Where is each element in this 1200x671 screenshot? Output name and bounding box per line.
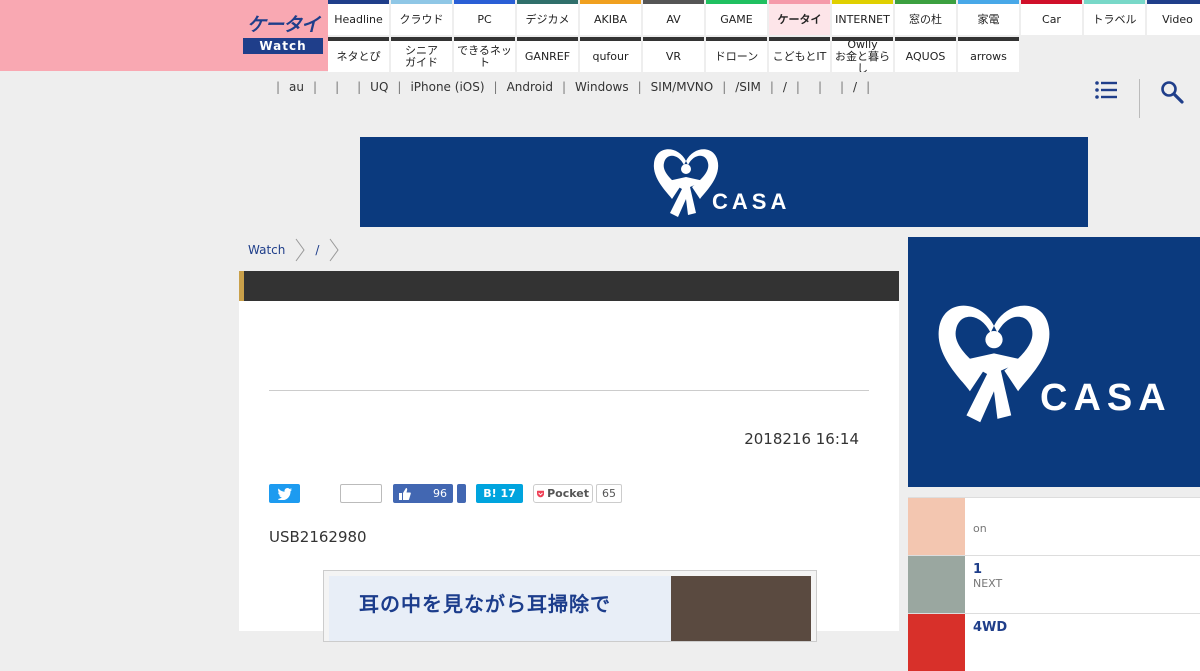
subnav-link[interactable]: / [844, 80, 866, 94]
pocket-button[interactable]: Pocket [533, 484, 593, 503]
side-ad-text: CASA [1040, 377, 1172, 419]
twitter-share-button[interactable] [269, 484, 300, 503]
pocket-label: Pocket [547, 487, 589, 500]
nav-item[interactable]: ドローン [706, 37, 767, 72]
hatena-count: 17 [500, 487, 516, 500]
side-item-text: 1 NEXT [973, 562, 1002, 590]
hatena-label: B! [483, 487, 497, 500]
nav-item[interactable]: ケータイ [769, 0, 830, 35]
pocket-icon [537, 490, 545, 497]
nav-item[interactable]: Headline [328, 0, 389, 35]
nav-item[interactable]: Car [1021, 0, 1082, 35]
subnav-link[interactable] [317, 80, 335, 94]
subnav-link[interactable] [870, 80, 888, 94]
nav-row-secondary: ネタとぴ シニア ガイド できるネット GANREF qufour VR ドローン こどもとI… [328, 37, 1021, 72]
nav-item[interactable]: AQUOS [895, 37, 956, 72]
tweet-count-bubble [340, 484, 382, 503]
nav-item[interactable]: 家電 [958, 0, 1019, 35]
breadcrumb-home[interactable]: Watch [248, 243, 285, 257]
side-item-subtitle: NEXT [973, 577, 1003, 590]
share-buttons: 96 B! 17 Pocket 65 [269, 484, 622, 503]
side-item-thumbnail [908, 498, 965, 555]
subnav-link[interactable]: Android [498, 80, 562, 94]
header-divider [1139, 79, 1140, 118]
casa-heart-logo [938, 305, 1050, 423]
image-headline: 耳の中を見ながら耳掃除で [359, 592, 611, 616]
subnav-link[interactable]: UQ [361, 80, 397, 94]
facebook-share-button[interactable] [457, 484, 466, 503]
nav-item[interactable]: INTERNET [832, 0, 893, 35]
top-banner-ad[interactable]: CASA [360, 137, 1088, 227]
nav-item[interactable]: AKIBA [580, 0, 641, 35]
side-item-thumbnail [908, 614, 965, 671]
side-item-text: 4WD [973, 620, 1007, 635]
nav-item[interactable]: こどもとIT [769, 37, 830, 72]
side-item-title: 1 [973, 562, 983, 577]
site-logo-area[interactable]: ケータイ Watch [0, 0, 328, 71]
chevron-right-icon [330, 238, 340, 262]
nav-item[interactable]: ネタとぴ [328, 37, 389, 72]
image-content: 耳の中を見ながら耳掃除で [329, 576, 811, 641]
side-item-title: 4WD [973, 620, 1008, 635]
nav-row-primary: Headline クラウド PC デジカメ AKIBA AV GAME ケータイ INTERNE… [328, 0, 1200, 35]
thumbs-up-icon [399, 487, 411, 500]
site-nav: Headline クラウド PC デジカメ AKIBA AV GAME ケータイ INTERNE… [328, 0, 1200, 72]
nav-item[interactable]: できるネット [454, 37, 515, 72]
nav-item[interactable]: 窓の杜 [895, 0, 956, 35]
side-banner-ad[interactable]: CASA [908, 237, 1200, 487]
subnav-link[interactable]: / [774, 80, 796, 94]
nav-item[interactable]: arrows [958, 37, 1019, 72]
nav-item[interactable]: GAME [706, 0, 767, 35]
side-list-item[interactable]: 4WD [908, 613, 1200, 671]
twitter-bird-icon [277, 487, 292, 500]
hatena-bookmark-button[interactable]: B! 17 [476, 484, 523, 503]
subnav-link[interactable]: Windows [566, 80, 638, 94]
nav-item[interactable]: デジカメ [517, 0, 578, 35]
search-icon[interactable] [1160, 80, 1184, 104]
side-list-item[interactable]: 1 NEXT [908, 555, 1200, 613]
image-photo [671, 576, 811, 641]
nav-item[interactable]: PC [454, 0, 515, 35]
subnav-link[interactable]: iPhone (iOS) [401, 80, 493, 94]
category-subnav: | au | | | UQ | iPhone (iOS) | Android | Windows | SI… [258, 80, 888, 94]
publish-date: 2018216 16:14 [744, 430, 859, 448]
subnav-link[interactable] [822, 80, 840, 94]
nav-item[interactable]: クラウド [391, 0, 452, 35]
nav-item[interactable]: Video [1147, 0, 1200, 35]
subnav-link[interactable]: /SIM [726, 80, 770, 94]
side-item-subtitle: on [973, 522, 987, 535]
side-article-list: on 1 NEXT 4WD [908, 497, 1200, 671]
subnav-link[interactable]: SIM/MVNO [642, 80, 723, 94]
side-item-text: on [973, 522, 987, 535]
article-body: 2018216 16:14 96 B! 17 Pocket 65 USB2162… [239, 271, 899, 642]
nav-item[interactable]: qufour [580, 37, 641, 72]
nav-item[interactable]: Owlly お金と暮らし [832, 37, 893, 72]
side-item-thumbnail [908, 556, 965, 613]
subnav-link[interactable] [800, 80, 818, 94]
breadcrumb-section[interactable]: / [315, 243, 319, 257]
nav-item[interactable]: トラベル [1084, 0, 1145, 35]
subnav-link[interactable]: au [280, 80, 313, 94]
subnav-link[interactable] [339, 80, 357, 94]
subnav-link[interactable] [258, 80, 276, 94]
nav-item[interactable]: VR [643, 37, 704, 72]
logo-bottom-text: Watch [243, 38, 323, 54]
nav-item[interactable]: シニア ガイド [391, 37, 452, 72]
menu-icon[interactable] [1095, 80, 1117, 100]
chevron-right-icon [295, 238, 305, 262]
side-list-item[interactable]: on [908, 497, 1200, 555]
article-image[interactable]: 耳の中を見ながら耳掃除で [323, 570, 817, 642]
pocket-count: 65 [596, 484, 622, 503]
title-divider [269, 390, 869, 391]
logo-top-text: ケータイ [246, 14, 320, 36]
facebook-like-button[interactable]: 96 [393, 484, 453, 503]
site-logo[interactable]: ケータイ Watch [243, 12, 323, 56]
banner-text: CASA [712, 189, 791, 214]
facebook-like-count: 96 [433, 487, 447, 500]
article-lead: USB2162980 [269, 528, 367, 546]
nav-item[interactable]: AV [643, 0, 704, 35]
breadcrumb: Watch / [248, 238, 349, 262]
article-title-bar [239, 271, 899, 301]
nav-item[interactable]: GANREF [517, 37, 578, 72]
